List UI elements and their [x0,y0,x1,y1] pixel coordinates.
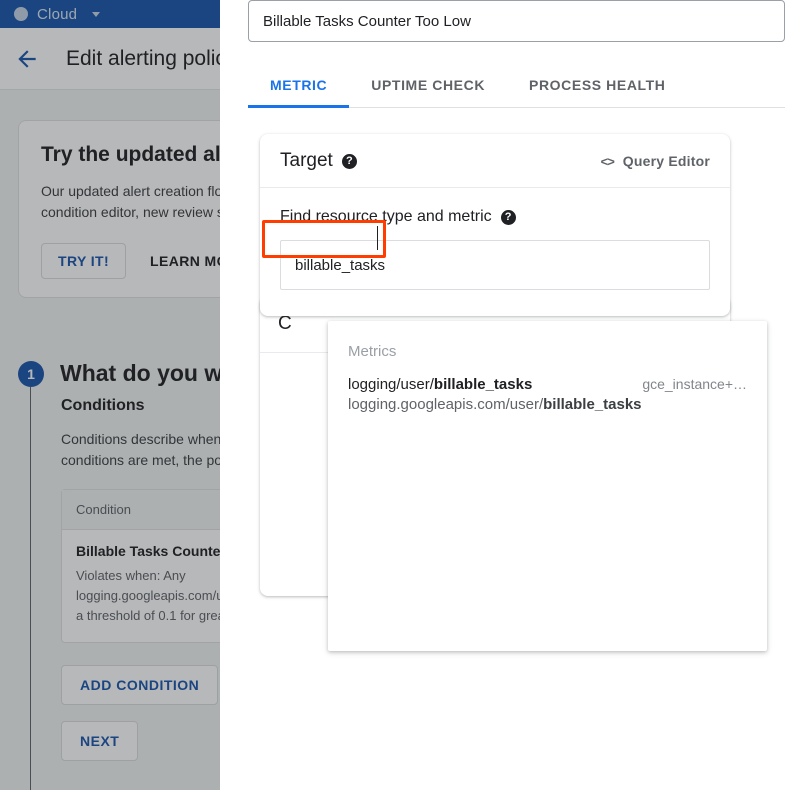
conditions-label: Conditions [61,397,145,414]
text-caret [377,226,378,250]
suggestion-name-prefix: logging/user/ [348,376,434,393]
target-card-header: Target ? <> Query Editor [260,134,730,188]
step-body: Conditions Conditions describe when a re… [30,387,220,790]
conditions-desc-line1: Conditions describe when a resource is u… [61,431,220,447]
promo-body-line2: condition editor, new review step and mo… [41,204,220,220]
find-metric-label: Find resource type and metric [280,208,492,225]
conditions-desc-line2: conditions are met, the policy is violat… [61,452,220,468]
find-metric-label-group: Find resource type and metric ? [280,208,710,226]
table-row[interactable]: Billable Tasks Counter Too Low Violates … [62,530,220,642]
step-number-badge: 1 [18,360,44,387]
learn-more-button[interactable]: LEARN MORE [150,253,220,269]
suggestion-name-match: billable_tasks [433,376,533,393]
help-icon[interactable]: ? [500,209,516,225]
query-editor-button[interactable]: <> Query Editor [601,153,710,169]
page-title: Edit alerting policy [66,46,220,70]
suggestion-resource-type: gce_instance+… [642,376,747,392]
step-actions: ADD CONDITION NEXT [61,665,220,761]
chevron-down-icon[interactable] [92,11,101,17]
conditions-table-header: Condition [62,490,220,530]
condition-sub-line1: Violates when: Any [76,568,186,583]
page-subheader: Edit alerting policy [0,28,220,90]
promo-title: Try the updated alerting experience [41,143,220,166]
condition-row-subtitle: Violates when: Any logging.googleapis.co… [76,566,220,626]
condition-row-title: Billable Tasks Counter Too Low [76,543,220,559]
code-brackets-icon: <> [600,153,615,169]
promo-card: Try the updated alerting experience Our … [18,120,220,298]
dialog-content: C Target ? <> Query Editor Find resource… [248,134,767,651]
step-one-block: 1 What do you want to track? Conditions … [18,360,220,790]
next-button[interactable]: NEXT [61,721,139,761]
target-card: Target ? <> Query Editor Find resource t… [260,134,730,316]
product-name: Cloud [37,5,78,23]
suggestions-group-label: Metrics [348,343,397,360]
promo-body: Our updated alert creation flow includes… [41,181,220,223]
add-condition-button[interactable]: ADD CONDITION [61,665,219,705]
target-title: Target [280,150,333,171]
promo-body-line1: Our updated alert creation flow includes… [41,183,220,199]
step-title: What do you want to track? [60,360,220,386]
help-icon[interactable]: ? [341,153,357,169]
cloud-logo-icon [14,7,28,21]
tab-process-health[interactable]: PROCESS HEALTH [507,64,688,107]
condition-name-input[interactable] [248,0,785,42]
tab-uptime-check[interactable]: UPTIME CHECK [349,64,507,107]
target-card-body: Find resource type and metric ? [260,188,730,316]
try-it-button[interactable]: TRY IT! [41,243,127,279]
back-arrow-icon[interactable] [14,46,40,72]
condition-dialog: METRIC UPTIME CHECK PROCESS HEALTH C Tar… [220,0,789,790]
target-title-group: Target ? [280,150,357,172]
promo-actions: TRY IT! LEARN MORE [41,243,220,279]
list-item[interactable]: logging/user/billable_tasks gce_instance… [328,360,767,421]
metric-search-input[interactable] [280,240,710,290]
query-editor-label: Query Editor [622,153,710,169]
conditions-description: Conditions describe when a resource is u… [61,429,220,471]
metric-suggestions-dropdown[interactable]: Metrics logging/user/billable_tasks gce_… [328,321,767,651]
tab-metric[interactable]: METRIC [248,64,350,108]
suggestion-full-name: logging.googleapis.com/user/billable_tas… [348,396,747,413]
step-header: 1 What do you want to track? [18,360,220,387]
background-page: Cloud Edit alerting policy Try the updat… [0,0,220,790]
conditions-table: Condition Billable Tasks Counter Too Low… [61,489,220,643]
suggestion-primary-row: logging/user/billable_tasks gce_instance… [348,376,747,393]
condition-sub-line2: logging.googleapis.com/user/billable_tas… [76,588,220,603]
suggestion-full-prefix: logging.googleapis.com/user/ [348,396,544,413]
dialog-tabs: METRIC UPTIME CHECK PROCESS HEALTH [248,64,785,108]
product-topbar: Cloud [0,0,220,28]
condition-sub-line3: a threshold of 0.1 for greater than 5 mi… [76,608,220,623]
suggestion-short-name: logging/user/billable_tasks [348,376,532,393]
screen-root: Cloud Edit alerting policy Try the updat… [0,0,789,790]
suggestion-full-match: billable_tasks [543,396,642,413]
